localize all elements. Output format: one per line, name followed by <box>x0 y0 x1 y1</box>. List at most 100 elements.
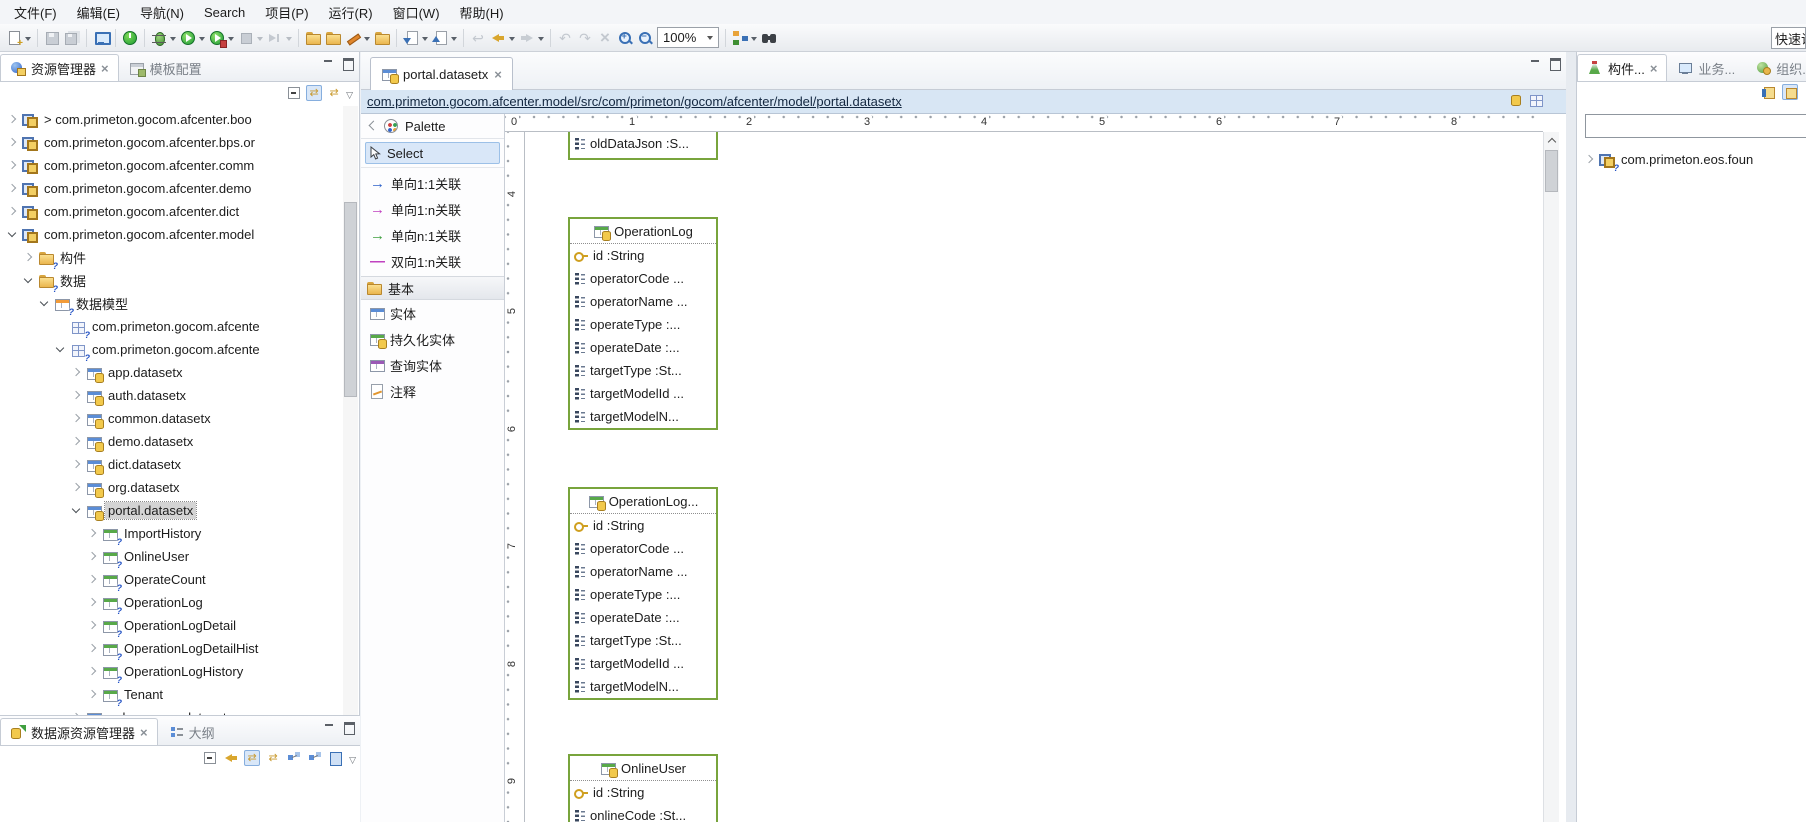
entity-field-row[interactable]: targetModelId ... <box>570 652 716 675</box>
menu-navigate[interactable]: 导航(N) <box>130 0 194 25</box>
chevron-expanded-icon[interactable] <box>22 274 35 287</box>
maximize-button[interactable] <box>341 720 356 734</box>
chevron-collapsed-icon[interactable] <box>86 596 99 609</box>
tree-item[interactable]: 数据模型 <box>0 292 344 315</box>
chevron-collapsed-icon[interactable] <box>70 366 83 379</box>
entity-header[interactable]: OperationLog <box>570 219 716 244</box>
entity-field-row[interactable]: operateDate :... <box>570 336 716 359</box>
breadcrumb[interactable]: com.primeton.gocom.afcenter.model/src/co… <box>367 94 902 109</box>
collapse-all-icon[interactable] <box>286 85 302 101</box>
entity-field-row[interactable]: targetModelN... <box>570 675 716 698</box>
tab-template-config[interactable]: 模板配置 <box>119 54 212 81</box>
tree-item[interactable]: com.primeton.gocom.afcente <box>0 338 344 361</box>
close-icon[interactable] <box>494 67 502 82</box>
tree-item[interactable]: OnlineUser <box>0 545 344 568</box>
chevron-collapsed-icon[interactable] <box>70 412 83 425</box>
palette-header[interactable]: Palette <box>361 114 504 139</box>
tab-resource-manager[interactable]: 资源管理器 <box>0 54 119 81</box>
forward-button[interactable] <box>517 27 537 49</box>
tree-item[interactable]: common.datasetx <box>0 407 344 430</box>
link-with-editor-icon[interactable] <box>244 750 260 766</box>
chevron-collapsed-icon[interactable] <box>6 113 19 126</box>
tree-item[interactable]: dict.datasetx <box>0 453 344 476</box>
tree-item[interactable]: OperationLogHistory <box>0 660 344 683</box>
tab-business[interactable]: 业务... <box>1667 54 1745 81</box>
entity-field-row[interactable]: oldDataJson :S... <box>570 132 716 155</box>
tool-relation-1-1[interactable]: 单向1:1关联 <box>361 170 504 196</box>
chevron-collapsed-icon[interactable] <box>22 251 35 264</box>
connect-icon[interactable] <box>286 750 302 766</box>
minimize-button[interactable] <box>321 56 336 70</box>
tree-item[interactable]: demo.datasetx <box>0 430 344 453</box>
back-dropdown-icon[interactable] <box>508 31 517 45</box>
tree-item[interactable]: com.primeton.gocom.afcenter.dict <box>0 200 344 223</box>
entity-field-row[interactable]: targetType :St... <box>570 359 716 382</box>
zoom-in-button[interactable]: + <box>615 27 635 49</box>
profile-button[interactable] <box>207 27 227 49</box>
chevron-collapsed-icon[interactable] <box>6 136 19 149</box>
tab-datasource-explorer[interactable]: 数据源资源管理器 <box>0 718 158 745</box>
debug-button[interactable] <box>149 27 169 49</box>
tool-relation-n-1[interactable]: 单向n:1关联 <box>361 222 504 248</box>
tree-item[interactable]: Tenant <box>0 683 344 706</box>
chevron-collapsed-icon[interactable] <box>6 159 19 172</box>
diagram-canvas[interactable]: oldDataJson :S... Data OperationLog id :… <box>525 132 1543 822</box>
tool-annotation[interactable]: 注释 <box>361 378 504 404</box>
menu-run[interactable]: 运行(R) <box>319 0 383 25</box>
entity-field-row-clipped[interactable]: Data <box>570 155 716 160</box>
back-icon[interactable] <box>223 750 239 766</box>
chevron-collapsed-icon[interactable] <box>70 458 83 471</box>
minimize-button[interactable] <box>322 720 337 734</box>
stop-button[interactable] <box>236 27 256 49</box>
palette-select-tool[interactable]: Select <box>365 142 500 164</box>
chevron-expanded-icon[interactable] <box>6 228 19 241</box>
run-button[interactable] <box>178 27 198 49</box>
chevron-collapsed-icon[interactable] <box>86 642 99 655</box>
new-dropdown-icon[interactable] <box>24 31 33 45</box>
tree-item[interactable]: com.primeton.eos.foun <box>1577 148 1806 171</box>
tree-item[interactable]: ImportHistory <box>0 522 344 545</box>
package-view-icon[interactable] <box>1782 84 1798 100</box>
refresh-icon[interactable] <box>265 750 281 766</box>
menu-search[interactable]: Search <box>194 2 255 23</box>
run-dropdown-icon[interactable] <box>198 31 207 45</box>
relaunch-button[interactable] <box>265 27 285 49</box>
tree-item[interactable]: com.primeton.gocom.afcenter.model <box>0 223 344 246</box>
tree-item[interactable]: > com.primeton.gocom.afcenter.boo <box>0 108 344 131</box>
entity-field-row[interactable]: operatorName ... <box>570 290 716 313</box>
zoom-level-combo[interactable]: 100% <box>657 27 719 48</box>
check-out-dropdown-icon[interactable] <box>450 31 459 45</box>
tree-item[interactable]: OperationLogDetailHist <box>0 637 344 660</box>
chevron-collapsed-icon[interactable] <box>70 435 83 448</box>
entity-field-row[interactable]: targetModelN... <box>570 405 716 428</box>
close-icon[interactable] <box>140 725 148 740</box>
entity-field-row[interactable]: targetType :St... <box>570 629 716 652</box>
chevron-collapsed-icon[interactable] <box>86 550 99 563</box>
close-icon[interactable] <box>1650 61 1658 76</box>
forward-dropdown-icon[interactable] <box>537 31 546 45</box>
redo-button[interactable] <box>575 27 595 49</box>
deploy-button[interactable] <box>343 27 363 49</box>
entity-box-operationlog[interactable]: OperationLog id :String operatorCode ...… <box>568 217 718 430</box>
chevron-expanded-icon[interactable] <box>38 297 51 310</box>
view-menu-icon[interactable] <box>346 86 353 101</box>
close-icon[interactable] <box>101 61 109 76</box>
palette-group-basic[interactable]: 基本 <box>361 276 504 300</box>
tab-portal-datasetx[interactable]: portal.datasetx <box>370 57 513 90</box>
entity-field-row[interactable]: operatorName ... <box>570 560 716 583</box>
horizontal-ruler[interactable]: 0 1 2 3 4 5 6 7 8 <box>505 114 1543 132</box>
tree-item-selected[interactable]: portal.datasetx <box>0 499 344 522</box>
catalog-icon[interactable] <box>328 750 344 766</box>
chevron-collapsed-icon[interactable] <box>1583 153 1596 166</box>
check-out-button[interactable] <box>430 27 450 49</box>
tree-item[interactable]: org.datasetx <box>0 476 344 499</box>
scrollbar-thumb[interactable] <box>344 202 357 397</box>
tree-item[interactable]: com.primeton.gocom.afcenter.demo <box>0 177 344 200</box>
tool-persistent-entity[interactable]: 持久化实体 <box>361 326 504 352</box>
save-all-button[interactable] <box>62 27 82 49</box>
tree-vertical-scrollbar[interactable] <box>343 106 358 799</box>
link-with-editor-icon[interactable] <box>306 85 322 101</box>
chevron-collapsed-icon[interactable] <box>6 205 19 218</box>
stop-dropdown-icon[interactable] <box>256 31 265 45</box>
tree-item[interactable]: OperationLogDetail <box>0 614 344 637</box>
